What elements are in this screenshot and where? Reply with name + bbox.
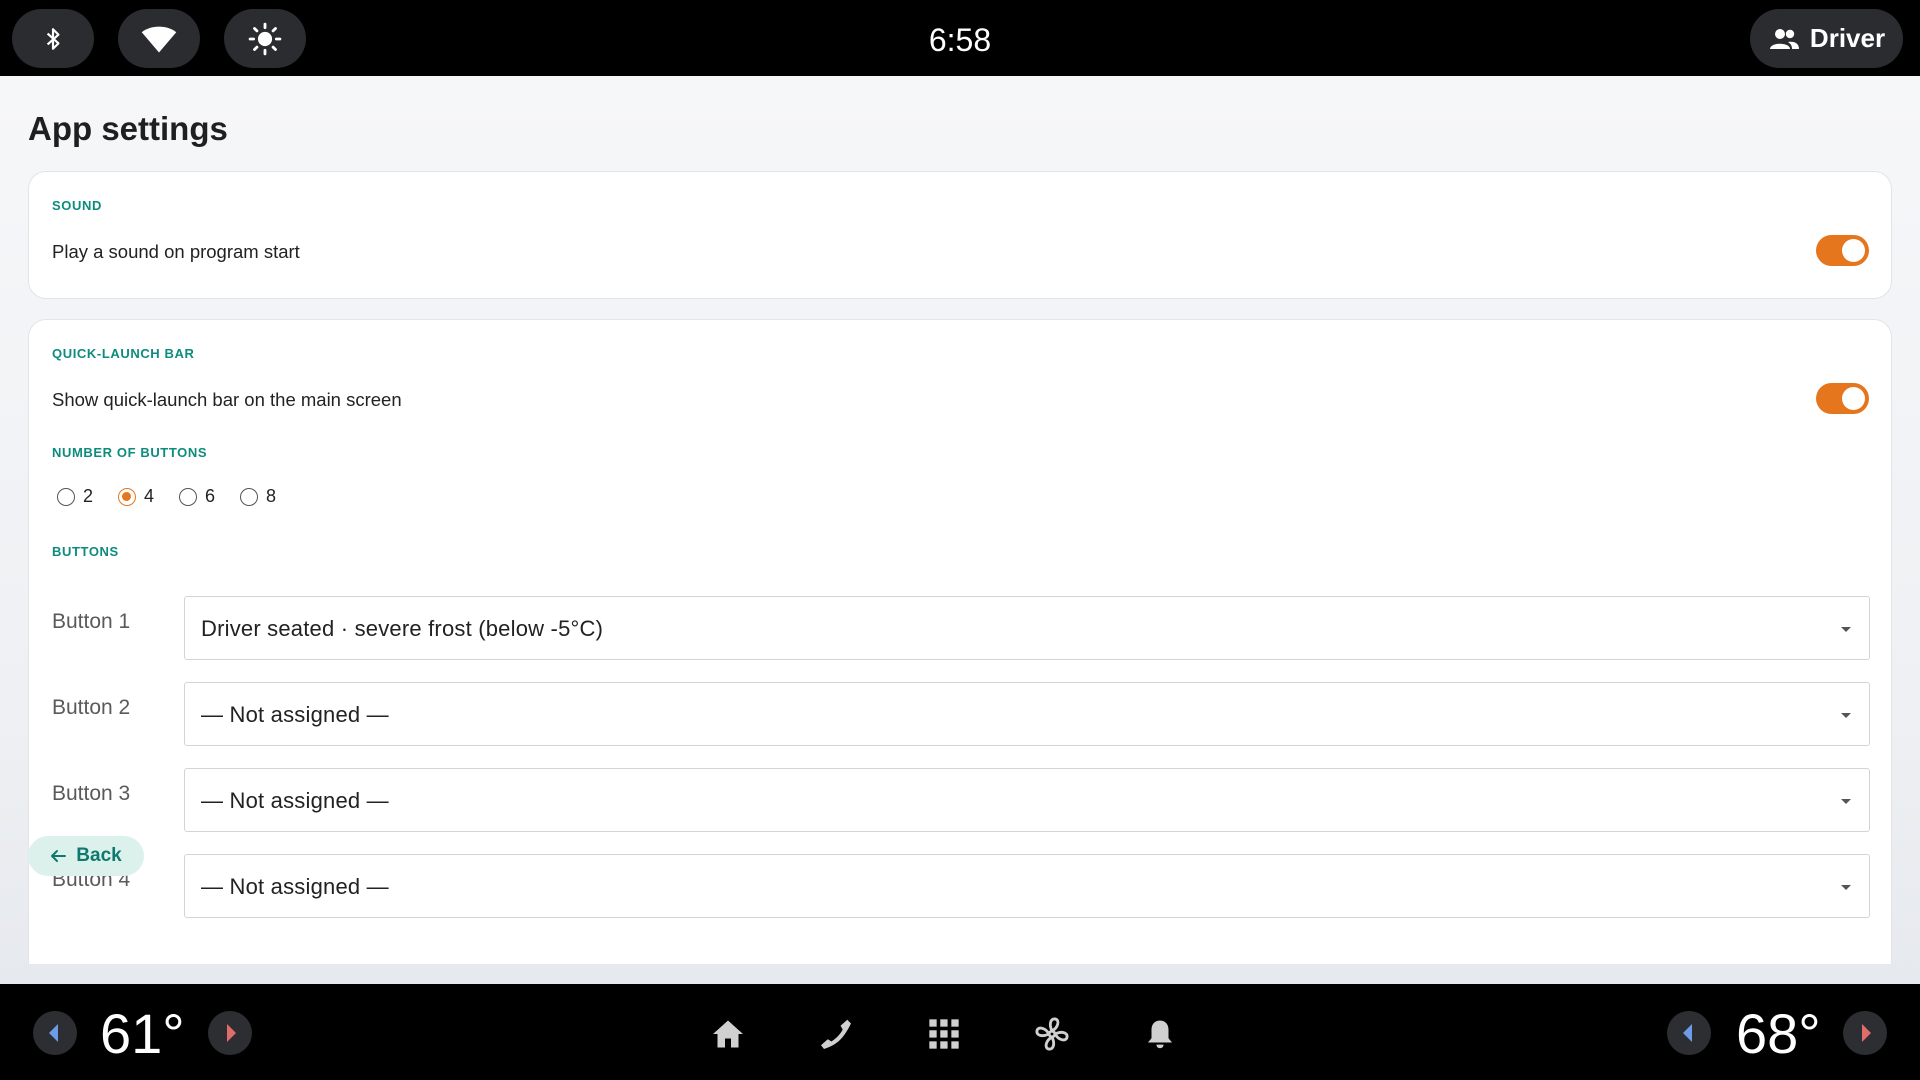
page-title: App settings bbox=[28, 110, 228, 147]
notifications-button[interactable] bbox=[1138, 1012, 1182, 1056]
sound-card: SOUND Play a sound on program start bbox=[28, 171, 1892, 299]
bell-icon bbox=[1147, 1020, 1173, 1049]
button-2-select[interactable]: — Not assigned — bbox=[184, 682, 1870, 746]
quick-launch-toggle[interactable] bbox=[1816, 383, 1869, 414]
apps-grid-icon bbox=[929, 1019, 959, 1049]
profile-label: Driver bbox=[1809, 23, 1886, 53]
toggle-knob bbox=[1842, 239, 1865, 262]
button-4-select[interactable]: — Not assigned — bbox=[184, 854, 1870, 918]
left-temperature: 61° bbox=[100, 1002, 185, 1065]
dropdown-caret-icon bbox=[1841, 885, 1851, 890]
select-value: — Not assigned — bbox=[201, 788, 389, 813]
dropdown-caret-icon bbox=[1841, 627, 1851, 632]
back-button[interactable]: Back bbox=[28, 836, 144, 876]
button-count-label: NUMBER OF BUTTONS bbox=[52, 445, 208, 460]
toggle-knob bbox=[1842, 387, 1865, 410]
button-row-label: Button 1 bbox=[52, 610, 131, 633]
temp-down-arrow-icon bbox=[1683, 1024, 1692, 1042]
temp-down-arrow-icon bbox=[49, 1024, 58, 1042]
button-row: Button 2 — Not assigned — bbox=[52, 682, 1870, 746]
radio-option-4[interactable]: 4 bbox=[118, 486, 154, 507]
button-1-select[interactable]: Driver seated · severe frost (below -5°C… bbox=[184, 596, 1870, 660]
button-row: Button 3 — Not assigned — bbox=[52, 768, 1870, 832]
phone-button[interactable] bbox=[814, 1012, 858, 1056]
quick-launch-section-label: QUICK-LAUNCH BAR bbox=[52, 346, 195, 361]
quick-launch-setting-label: Show quick-launch bar on the main screen bbox=[52, 389, 402, 410]
dropdown-caret-icon bbox=[1841, 713, 1851, 718]
radio-label: 4 bbox=[144, 486, 155, 506]
climate-fan-button[interactable] bbox=[1030, 1012, 1074, 1056]
radio-circle bbox=[118, 487, 137, 506]
arrow-left-icon bbox=[51, 850, 67, 862]
dropdown-caret-icon bbox=[1841, 799, 1851, 804]
quick-launch-card: QUICK-LAUNCH BAR Show quick-launch bar o… bbox=[28, 319, 1892, 964]
radio-option-2[interactable]: 2 bbox=[57, 486, 93, 507]
select-value: — Not assigned — bbox=[201, 702, 389, 727]
right-temp-up-button[interactable] bbox=[1843, 1011, 1887, 1055]
left-temp-down-button[interactable] bbox=[33, 1011, 77, 1055]
sound-toggle[interactable] bbox=[1816, 235, 1869, 266]
radio-option-6[interactable]: 6 bbox=[179, 486, 215, 507]
buttons-section-label: BUTTONS bbox=[52, 544, 119, 559]
select-value: Driver seated · severe frost (below -5°C… bbox=[201, 616, 604, 641]
radio-option-8[interactable]: 8 bbox=[240, 486, 276, 507]
radio-label: 6 bbox=[205, 486, 216, 506]
status-bar: 6:58 Driver bbox=[0, 0, 1920, 76]
sound-section-label: SOUND bbox=[52, 198, 102, 213]
button-row-label: Button 3 bbox=[52, 782, 131, 805]
home-button[interactable] bbox=[706, 1012, 750, 1056]
radio-circle bbox=[179, 487, 198, 506]
clock: 6:58 bbox=[928, 22, 992, 58]
right-temperature: 68° bbox=[1736, 1002, 1821, 1065]
phone-icon bbox=[821, 1019, 851, 1049]
right-temp-down-button[interactable] bbox=[1667, 1011, 1711, 1055]
radio-circle bbox=[240, 487, 259, 506]
select-value: — Not assigned — bbox=[201, 874, 389, 899]
apps-button[interactable] bbox=[922, 1012, 966, 1056]
people-icon bbox=[1769, 28, 1799, 49]
radio-circle bbox=[57, 487, 75, 506]
profile-button[interactable]: Driver bbox=[1750, 9, 1903, 68]
back-label: Back bbox=[76, 845, 122, 866]
button-count-radio-group: 2 4 6 8 bbox=[57, 486, 301, 507]
left-temp-up-button[interactable] bbox=[208, 1011, 252, 1055]
temp-up-arrow-icon bbox=[1862, 1024, 1871, 1042]
button-row-label: Button 2 bbox=[52, 696, 131, 719]
button-3-select[interactable]: — Not assigned — bbox=[184, 768, 1870, 832]
radio-label: 8 bbox=[266, 486, 277, 506]
settings-content: App settings SOUND Play a sound on progr… bbox=[0, 76, 1920, 984]
sound-setting-label: Play a sound on program start bbox=[52, 241, 300, 262]
nav-bar: 61° 68° bbox=[0, 984, 1920, 1080]
temp-up-arrow-icon bbox=[227, 1024, 236, 1042]
fan-icon bbox=[1035, 1017, 1069, 1051]
button-row: Button 1 Driver seated · severe frost (b… bbox=[52, 596, 1870, 660]
button-row: Button 4 — Not assigned — bbox=[52, 854, 1870, 918]
home-icon bbox=[713, 1020, 743, 1048]
radio-label: 2 bbox=[83, 486, 94, 506]
